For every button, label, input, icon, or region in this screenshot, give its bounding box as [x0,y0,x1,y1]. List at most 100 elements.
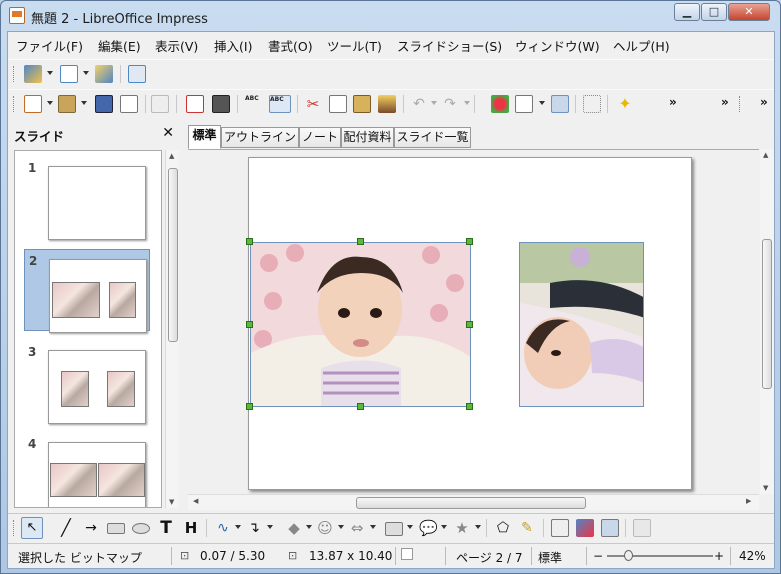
slide-design-icon[interactable] [24,65,42,83]
connector-tool-icon[interactable]: ↴ [245,519,263,537]
symbol-shapes-icon[interactable]: ☺ [316,519,334,537]
paste-icon[interactable] [353,95,371,113]
baby-photo-left[interactable] [250,242,471,407]
callouts-icon[interactable]: 💬 [419,519,438,537]
ellipse-tool-icon[interactable] [132,523,150,534]
menu-file[interactable]: ファイル(F) [16,36,83,55]
chart-icon[interactable] [491,95,509,113]
export-pdf-icon[interactable] [186,95,204,113]
zoom-slider[interactable] [607,555,713,557]
chevron-down-icon[interactable] [441,525,447,529]
redo-icon[interactable]: ↷ [441,95,459,113]
scroll-right-arrow-icon[interactable]: ▶ [746,497,751,505]
text-tool-icon[interactable]: T [157,519,175,537]
chevron-down-icon[interactable] [306,525,312,529]
resize-handle[interactable] [246,321,253,328]
save-icon[interactable] [95,95,113,113]
tab-outline[interactable]: アウトライン [221,127,299,148]
rectangle-tool-icon[interactable] [107,523,125,534]
stars-icon[interactable]: ★ [453,519,471,537]
line-tool-icon[interactable]: ╱ [57,519,75,537]
resize-handle[interactable] [246,403,253,410]
chevron-down-icon[interactable] [464,101,470,105]
slide-thumbnail[interactable]: 1 [24,157,150,240]
slide-layout-icon[interactable] [95,65,113,83]
slide-thumbnail[interactable]: 4 [24,433,150,507]
new-document-icon[interactable] [24,95,42,113]
slide-thumbnail[interactable]: 3 [24,341,150,424]
curve-tool-icon[interactable]: ∿ [214,519,232,537]
chevron-down-icon[interactable] [407,525,413,529]
menu-insert[interactable]: 挿入(I) [214,36,252,55]
basic-shapes-icon[interactable]: ◆ [285,519,303,537]
toolbar-grip[interactable] [13,66,16,82]
spellcheck-icon[interactable]: ABC [245,95,263,113]
resize-handle[interactable] [466,403,473,410]
toolbar-overflow-button[interactable]: » [721,95,729,109]
chevron-down-icon[interactable] [475,525,481,529]
table-icon[interactable] [515,95,533,113]
zoom-out-button[interactable]: − [593,549,603,563]
chevron-down-icon[interactable] [267,525,273,529]
scroll-left-arrow-icon[interactable]: ◀ [193,497,198,505]
chevron-down-icon[interactable] [370,525,376,529]
slide-thumbnail[interactable]: 2 [24,249,150,333]
points-edit-icon[interactable]: ⬠ [494,519,512,537]
scrollbar-thumb[interactable] [168,168,178,342]
undo-icon[interactable]: ↶ [410,95,428,113]
flowchart-icon[interactable] [385,522,403,536]
scrollbar-thumb[interactable] [762,239,772,389]
resize-handle[interactable] [466,321,473,328]
chevron-down-icon[interactable] [539,101,545,105]
menu-edit[interactable]: 編集(E) [98,36,141,55]
scroll-down-arrow-icon[interactable]: ▼ [169,498,174,506]
chevron-down-icon[interactable] [431,101,437,105]
menu-format[interactable]: 書式(O) [268,36,313,55]
auto-spellcheck-icon[interactable]: ABC [269,95,291,113]
menu-window[interactable]: ウィンドウ(W) [515,36,600,55]
toolbar-grip[interactable] [739,96,742,112]
maximize-button[interactable]: □ [701,3,727,21]
resize-handle[interactable] [357,238,364,245]
insert-image-icon[interactable] [576,519,594,537]
chevron-down-icon[interactable] [83,71,89,75]
chevron-down-icon[interactable] [338,525,344,529]
scrollbar-thumb[interactable] [356,497,586,509]
glue-points-icon[interactable]: ✎ [518,519,536,537]
arrow-line-icon[interactable]: → [82,519,100,537]
toolbar-overflow-button[interactable]: » [669,95,677,109]
resize-handle[interactable] [357,403,364,410]
tab-normal[interactable]: 標準 [188,125,221,149]
chevron-down-icon[interactable] [235,525,241,529]
chevron-down-icon[interactable] [47,101,53,105]
resize-handle[interactable] [246,238,253,245]
minimize-button[interactable]: ▁ [674,3,700,21]
scroll-up-arrow-icon[interactable]: ▲ [169,152,174,160]
toolbar-grip[interactable] [13,96,16,112]
menu-slideshow[interactable]: スライドショー(S) [397,36,502,55]
edit-file-icon[interactable] [151,95,169,113]
tab-handouts[interactable]: 配付資料 [341,127,394,148]
chevron-down-icon[interactable] [81,101,87,105]
slideshow-icon[interactable] [128,65,146,83]
resize-handle[interactable] [466,238,473,245]
menu-view[interactable]: 表示(V) [155,36,198,55]
zoom-in-button[interactable]: + [714,549,724,563]
copy-icon[interactable] [329,95,347,113]
snap-grid-icon[interactable] [583,95,601,113]
slides-pane-scrollbar[interactable]: ▲ ▼ [165,150,179,508]
print-icon[interactable] [212,95,230,113]
toolbar-grip[interactable] [13,520,16,536]
scroll-up-arrow-icon[interactable]: ▲ [763,151,768,159]
scroll-down-arrow-icon[interactable]: ▼ [763,484,768,492]
email-icon[interactable] [120,95,138,113]
toolbar-overflow-button[interactable]: » [760,95,768,109]
editor-vertical-scrollbar[interactable]: ▲ ▼ [760,149,774,494]
open-folder-icon[interactable] [58,95,76,113]
current-slide[interactable] [246,157,692,490]
vertical-text-icon[interactable]: H [182,519,200,537]
zoom-percentage[interactable]: 42% [739,549,766,563]
format-paintbrush-icon[interactable] [378,95,396,113]
cut-icon[interactable]: ✂ [304,95,322,113]
pane-splitter[interactable] [180,124,186,511]
